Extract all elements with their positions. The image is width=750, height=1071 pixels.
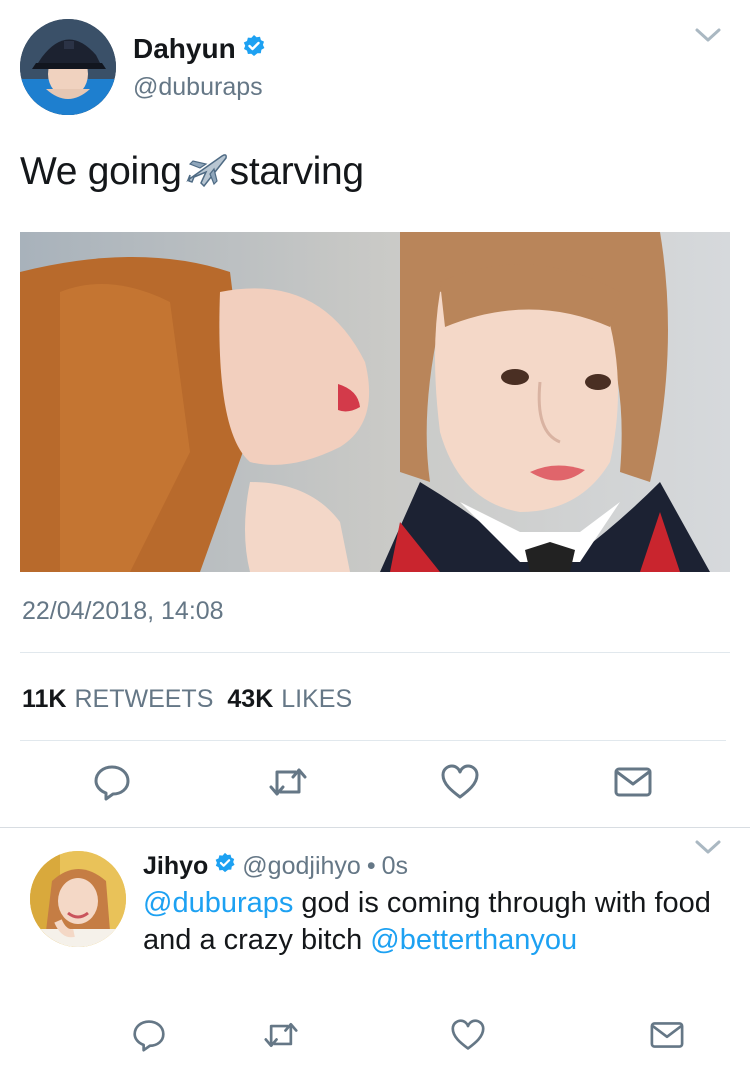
chevron-down-icon[interactable] bbox=[694, 838, 722, 858]
author-handle[interactable]: @duburaps bbox=[133, 73, 263, 102]
tweet-text-start: We going bbox=[20, 150, 182, 193]
mention-link[interactable]: @duburaps bbox=[143, 887, 293, 919]
likes-count: 43K bbox=[227, 685, 274, 713]
message-button[interactable] bbox=[645, 1015, 689, 1059]
reply-time: 0s bbox=[381, 852, 408, 880]
like-icon bbox=[450, 1018, 486, 1057]
reply-author-name[interactable]: Jihyo bbox=[143, 852, 208, 881]
chevron-down-icon[interactable] bbox=[694, 26, 722, 46]
retweet-button[interactable] bbox=[266, 762, 310, 806]
message-icon bbox=[649, 1019, 685, 1056]
like-button[interactable] bbox=[438, 762, 482, 806]
like-icon bbox=[440, 763, 480, 806]
retweet-button[interactable] bbox=[259, 1015, 303, 1059]
likes-stat[interactable]: 43K LIKES bbox=[227, 685, 352, 714]
tweet-stats: 11K RETWEETS 43K LIKES bbox=[22, 685, 352, 714]
message-button[interactable] bbox=[611, 762, 655, 806]
separator-dot: • bbox=[366, 852, 376, 880]
reply-author-avatar[interactable] bbox=[30, 851, 126, 947]
divider bbox=[0, 827, 750, 828]
retweets-label: RETWEETS bbox=[74, 685, 214, 713]
tweet-photo[interactable] bbox=[20, 232, 730, 572]
divider bbox=[20, 652, 730, 653]
retweets-stat[interactable]: 11K RETWEETS bbox=[22, 685, 213, 714]
verified-badge-icon bbox=[214, 852, 236, 881]
reply-header: Jihyo @godjihyo • 0s bbox=[143, 852, 408, 881]
mention-link[interactable]: @betterthanyou bbox=[370, 924, 577, 956]
reply-icon bbox=[93, 763, 131, 806]
likes-label: LIKES bbox=[281, 685, 353, 713]
author-name[interactable]: Dahyun bbox=[133, 33, 266, 65]
reply-author-handle[interactable]: @godjihyo bbox=[242, 852, 361, 881]
like-button[interactable] bbox=[446, 1015, 490, 1059]
reply-button[interactable] bbox=[127, 1015, 171, 1059]
retweet-icon bbox=[263, 1018, 299, 1057]
retweets-count: 11K bbox=[22, 685, 67, 713]
reply-icon bbox=[132, 1018, 166, 1057]
author-avatar[interactable] bbox=[20, 19, 116, 115]
tweet-text-end: starving bbox=[229, 150, 364, 193]
retweet-icon bbox=[268, 763, 308, 806]
tweet-timestamp: 22/04/2018, 14:08 bbox=[22, 597, 224, 625]
reply-text: @duburaps god is coming through with foo… bbox=[143, 885, 723, 959]
reply-button[interactable] bbox=[90, 762, 134, 806]
message-icon bbox=[613, 764, 653, 805]
divider bbox=[20, 740, 726, 741]
tweet-text: We going starving bbox=[20, 150, 364, 194]
author-name-text[interactable]: Dahyun bbox=[133, 33, 236, 65]
verified-badge-icon bbox=[242, 33, 266, 65]
airplane-icon bbox=[182, 150, 230, 190]
